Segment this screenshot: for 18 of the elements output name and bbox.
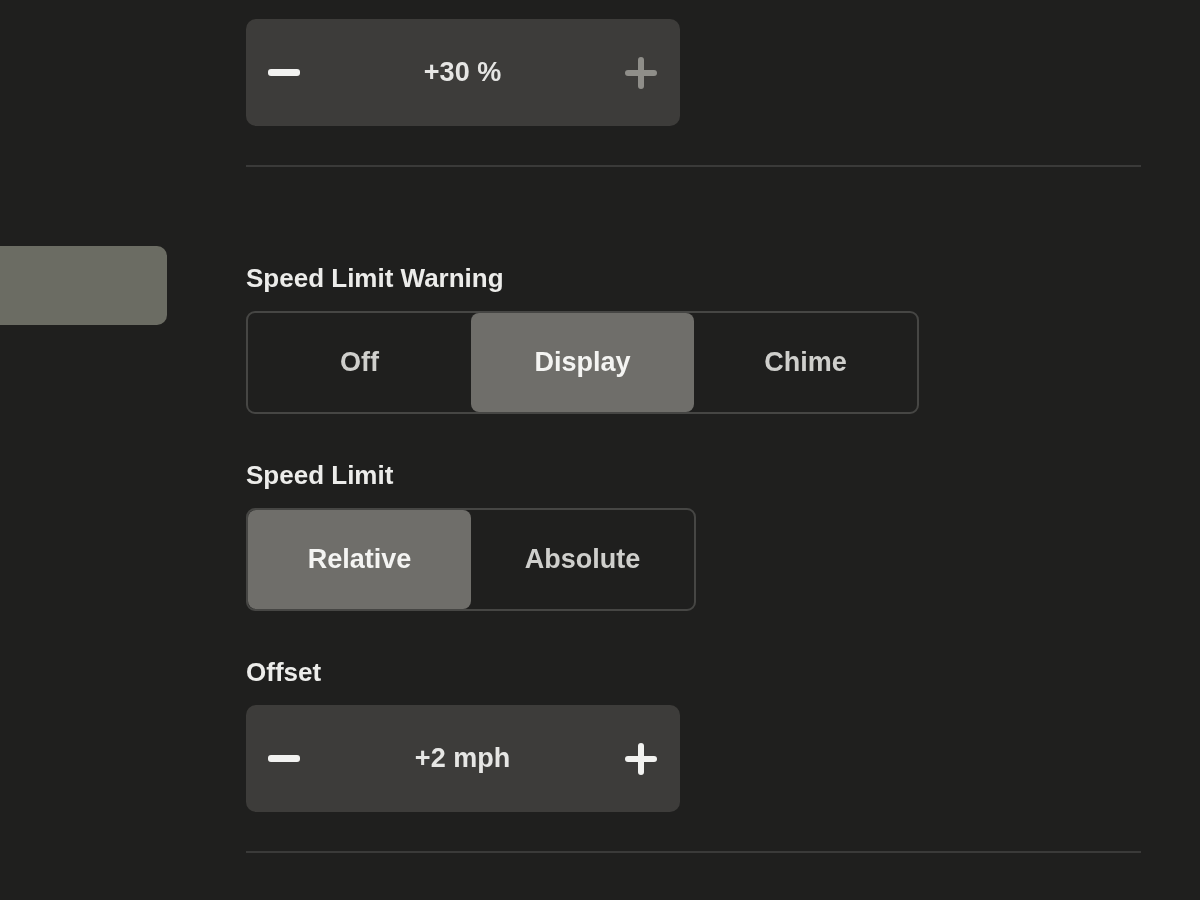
stepper-value: +30 % bbox=[423, 57, 502, 88]
stepper-value: +2 mph bbox=[414, 743, 511, 774]
sidebar-item[interactable] bbox=[0, 246, 167, 325]
increase-button[interactable] bbox=[625, 742, 657, 775]
segment-button[interactable]: Chime bbox=[694, 313, 917, 412]
segment-button[interactable]: Relative bbox=[248, 510, 471, 609]
decrease-button[interactable] bbox=[268, 69, 300, 76]
minus-icon bbox=[268, 755, 300, 762]
decrease-button[interactable] bbox=[268, 755, 300, 762]
setting-label: Speed Limit bbox=[246, 459, 394, 492]
plus-icon bbox=[625, 742, 657, 775]
setting-label: Offset bbox=[246, 656, 322, 689]
setting-label: Speed Limit Warning bbox=[246, 262, 504, 295]
plus-icon bbox=[625, 56, 657, 89]
segment-button[interactable]: Off bbox=[248, 313, 471, 412]
minus-icon bbox=[268, 69, 300, 76]
segment-button[interactable]: Absolute bbox=[471, 510, 694, 609]
segment-button[interactable]: Display bbox=[471, 313, 694, 412]
